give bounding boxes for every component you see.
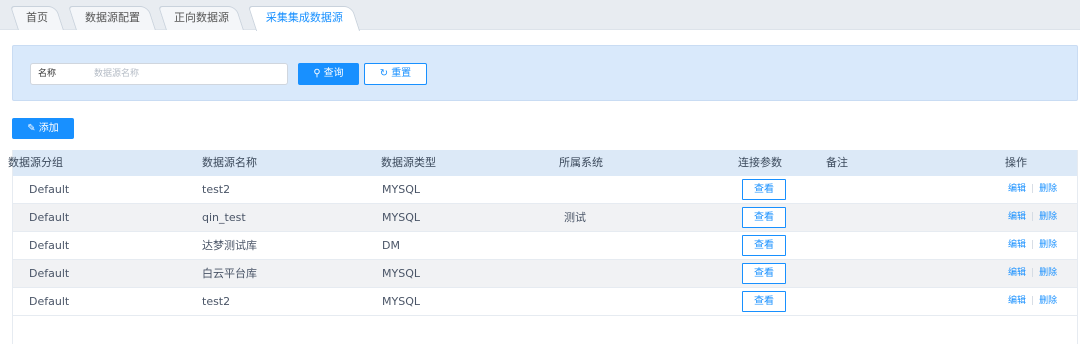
edit-link[interactable]: 编辑 [1008, 240, 1026, 250]
delete-link[interactable]: 删除 [1039, 184, 1057, 194]
table-row: Default test2 MYSQL 查看 编辑 | 删除 [13, 288, 1077, 316]
datasource-table: 数据源分组 数据源名称 数据源类型 所属系统 连接参数 备注 操作 Defaul… [8, 150, 1078, 344]
tab-home-label: 首页 [26, 11, 48, 24]
tab-forward-datasource-label: 正向数据源 [173, 11, 229, 24]
cell-group: Default [29, 267, 70, 280]
view-params-button[interactable]: 查看 [742, 179, 786, 200]
delete-link[interactable]: 删除 [1039, 240, 1057, 250]
edit-link[interactable]: 编辑 [1008, 184, 1026, 194]
reset-button[interactable]: ↻ 重置 [364, 63, 427, 85]
tab-datasource-config-label: 数据源配置 [84, 11, 140, 24]
cell-type: DM [382, 239, 400, 252]
edit-icon: ✎ [27, 123, 36, 134]
name-search-input[interactable] [94, 65, 279, 83]
row-actions: 编辑 | 删除 [1008, 288, 1057, 315]
reset-button-label: 重置 [391, 68, 412, 79]
cell-group: Default [29, 295, 70, 308]
column-header-actions: 操作 [1005, 156, 1027, 169]
cell-type: MYSQL [382, 211, 420, 224]
table-row: Default 白云平台库 MYSQL 查看 编辑 | 删除 [13, 260, 1077, 288]
cell-type: MYSQL [382, 267, 420, 280]
name-search-field: 名称 [30, 63, 288, 85]
cell-name: test2 [202, 183, 231, 196]
cell-group: Default [29, 211, 70, 224]
add-button-label: 添加 [38, 123, 59, 134]
tab-datasource-config[interactable]: 数据源配置 [68, 6, 156, 30]
action-divider: | [1031, 268, 1035, 278]
tab-forward-datasource[interactable]: 正向数据源 [158, 6, 244, 30]
tab-bar: 首页 数据源配置 正向数据源 采集集成数据源 [0, 0, 1080, 31]
cell-type: MYSQL [382, 295, 420, 308]
view-params-button[interactable]: 查看 [742, 235, 786, 256]
action-divider: | [1031, 240, 1035, 250]
column-header-system: 所属系统 [559, 156, 603, 169]
view-params-button[interactable]: 查看 [742, 207, 786, 228]
delete-link[interactable]: 删除 [1039, 212, 1057, 222]
column-header-params: 连接参数 [738, 156, 782, 169]
column-header-name: 数据源名称 [202, 156, 257, 169]
table-row: Default 达梦测试库 DM 查看 编辑 | 删除 [13, 232, 1077, 260]
cell-group: Default [29, 239, 70, 252]
view-params-button[interactable]: 查看 [742, 263, 786, 284]
search-icon: ⚲ [313, 68, 321, 79]
add-button[interactable]: ✎ 添加 [12, 118, 74, 139]
edit-link[interactable]: 编辑 [1008, 212, 1026, 222]
cell-system: 测试 [564, 211, 586, 224]
cell-name: 白云平台库 [202, 267, 257, 280]
delete-link[interactable]: 删除 [1039, 268, 1057, 278]
delete-link[interactable]: 删除 [1039, 296, 1057, 306]
table-row: Default qin_test MYSQL 测试 查看 编辑 | 删除 [13, 204, 1077, 232]
edit-link[interactable]: 编辑 [1008, 268, 1026, 278]
table-row: Default test2 MYSQL 查看 编辑 | 删除 [13, 176, 1077, 204]
action-divider: | [1031, 212, 1035, 222]
query-button[interactable]: ⚲ 查询 [298, 63, 359, 85]
column-header-remark: 备注 [826, 156, 848, 169]
cell-name: qin_test [202, 211, 246, 224]
cell-type: MYSQL [382, 183, 420, 196]
table-header: 数据源分组 数据源名称 数据源类型 所属系统 连接参数 备注 操作 [8, 150, 1077, 176]
tab-collection-datasource[interactable]: 采集集成数据源 [247, 6, 361, 31]
edit-link[interactable]: 编辑 [1008, 296, 1026, 306]
search-panel: 名称 ⚲查询 ↻重置 [12, 45, 1078, 101]
column-header-type: 数据源类型 [381, 156, 436, 169]
row-actions: 编辑 | 删除 [1008, 176, 1057, 203]
cell-group: Default [29, 183, 70, 196]
query-button-label: 查询 [323, 68, 344, 79]
cell-name: test2 [202, 295, 231, 308]
action-divider: | [1031, 184, 1035, 194]
tab-collection-datasource-label: 采集集成数据源 [265, 11, 343, 24]
tab-home[interactable]: 首页 [10, 6, 64, 30]
action-divider: | [1031, 296, 1035, 306]
refresh-icon: ↻ [379, 68, 389, 79]
name-label: 名称 [38, 69, 57, 79]
row-actions: 编辑 | 删除 [1008, 232, 1057, 259]
row-actions: 编辑 | 删除 [1008, 260, 1057, 287]
view-params-button[interactable]: 查看 [742, 291, 786, 312]
cell-name: 达梦测试库 [202, 239, 257, 252]
row-actions: 编辑 | 删除 [1008, 204, 1057, 231]
column-header-group: 数据源分组 [8, 156, 63, 169]
